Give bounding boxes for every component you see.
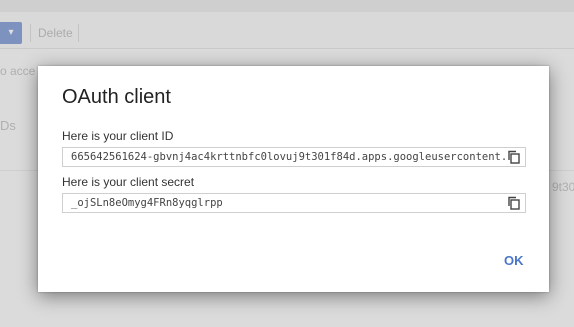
ok-button[interactable]: OK bbox=[504, 253, 524, 268]
copy-icon[interactable] bbox=[507, 196, 521, 210]
dialog-title: OAuth client bbox=[62, 86, 171, 108]
client-secret-value[interactable]: _ojSLn8eOmyg4FRn8yqglrpp bbox=[71, 197, 507, 209]
client-id-value[interactable]: 665642561624-gbvnj4ac4krttnbfc0lovuj9t30… bbox=[71, 151, 507, 163]
oauth-client-dialog: OAuth client Here is your client ID 6656… bbox=[38, 66, 549, 292]
client-id-field[interactable]: 665642561624-gbvnj4ac4krttnbfc0lovuj9t30… bbox=[62, 147, 526, 167]
client-id-label: Here is your client ID bbox=[62, 129, 174, 143]
client-secret-field[interactable]: _ojSLn8eOmyg4FRn8yqglrpp bbox=[62, 193, 526, 213]
copy-icon[interactable] bbox=[507, 150, 521, 164]
client-secret-label: Here is your client secret bbox=[62, 175, 195, 189]
